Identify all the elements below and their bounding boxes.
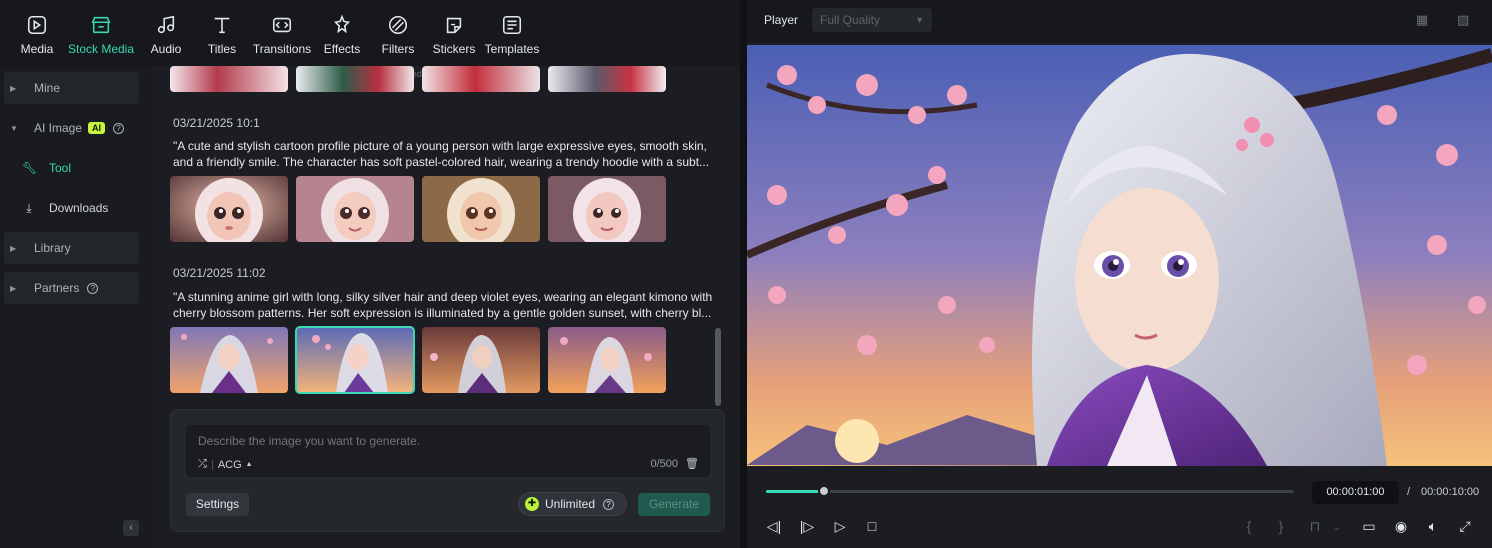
previous-frame-icon[interactable]: ◁| [764, 518, 784, 535]
generated-image-thumbnail[interactable] [296, 66, 414, 92]
sidebar-item-partners[interactable]: ▶ Partners ? [4, 272, 139, 304]
record-prompt: "A cute and stylish cartoon profile pict… [173, 139, 710, 169]
sidebar-item-ai-image[interactable]: ▼ AI Image AI ? [4, 112, 139, 144]
generated-image-thumbnail-selected[interactable] [295, 326, 415, 394]
tab-stock-media[interactable]: Stock Media [66, 14, 136, 56]
download-icon: ⤓ [26, 200, 32, 215]
chevron-down-icon: ▼ [915, 15, 924, 25]
help-icon[interactable]: ? [113, 122, 125, 134]
stock-media-icon [89, 14, 113, 36]
style-selector[interactable]: ⤮ ACG ▲ [198, 458, 253, 471]
tab-media[interactable]: Media [2, 14, 72, 56]
total-time: 00:00:10:00 [1421, 486, 1480, 498]
chevron-down-icon[interactable]: ⌄ [1327, 522, 1347, 533]
snapshot-camera-icon[interactable]: ◉ [1391, 518, 1411, 535]
caret-right-icon: ▶ [10, 243, 17, 253]
wrench-icon: 🔧︎ [22, 161, 38, 175]
generated-image-thumbnail[interactable] [170, 176, 288, 242]
image-icon[interactable]: ▨ [1457, 12, 1477, 28]
results-scrollbar[interactable] [715, 328, 721, 406]
filters-icon [386, 14, 410, 36]
grid-view-icon[interactable]: ▦ [1416, 12, 1436, 28]
collapse-sidebar-button[interactable]: ‹ [123, 520, 139, 536]
media-toolbar: Media Stock Media Audio Titles Transitio… [0, 0, 740, 66]
sticker-icon [442, 14, 466, 36]
generated-image-thumbnail[interactable] [548, 176, 666, 242]
generated-image-thumbnail[interactable] [422, 66, 540, 92]
play-icon[interactable]: ▷ [830, 518, 850, 535]
preview-image [747, 45, 1492, 466]
character-count: 0/500 [650, 458, 678, 470]
plus-icon: ✚ [525, 497, 539, 511]
media-icon [25, 14, 49, 36]
stop-icon[interactable]: □ [862, 518, 882, 534]
generated-image-thumbnail[interactable] [170, 327, 288, 393]
media-panel: Media Stock Media Audio Titles Transitio… [0, 0, 740, 548]
next-frame-icon[interactable]: |▷ [797, 518, 817, 535]
tab-templates[interactable]: Templates [477, 14, 547, 56]
caret-down-icon: ▼ [10, 123, 18, 133]
player-title: Player [764, 13, 799, 27]
templates-icon [500, 14, 524, 36]
sidebar-item-library[interactable]: ▶ Library [4, 232, 139, 264]
player-panel: Player Full Quality ▼ ▦ ▨ 00:00:01:00 / … [747, 0, 1492, 548]
record-date: 03/21/2025 11:02 [173, 266, 266, 280]
music-note-icon [154, 14, 178, 36]
generated-image-thumbnail[interactable] [548, 327, 666, 393]
prompt-composer: ⤮ ACG ▲ 0/500 🗑︎ Settings ✚ Unlimited ? … [170, 409, 725, 532]
mark-in-icon[interactable]: { [1239, 518, 1259, 534]
mark-out-icon[interactable]: } [1271, 518, 1291, 534]
player-header: Player Full Quality ▼ ▦ ▨ [747, 0, 1492, 42]
style-value: ACG [217, 458, 242, 471]
insert-dropdown-icon[interactable]: ⊓ [1305, 518, 1325, 535]
sidebar-item-downloads[interactable]: ⤓ Downloads [22, 196, 108, 220]
time-separator: / [1407, 486, 1411, 498]
sidebar-item-mine[interactable]: ▶ Mine [4, 72, 139, 104]
quality-dropdown[interactable]: Full Quality ▼ [812, 8, 932, 32]
generated-image-thumbnail[interactable] [422, 327, 540, 393]
ai-badge: AI [88, 122, 106, 134]
generate-button[interactable]: Generate [638, 493, 710, 516]
generated-image-thumbnail[interactable] [422, 176, 540, 242]
caret-right-icon: ▶ [10, 283, 17, 293]
sidebar-item-tool[interactable]: 🔧︎ Tool [22, 156, 71, 180]
generated-image-thumbnail[interactable] [548, 66, 666, 92]
help-icon[interactable]: ? [603, 498, 615, 510]
shuffle-icon[interactable]: ⤮ [198, 458, 207, 471]
unlimited-credits-button[interactable]: ✚ Unlimited ? [518, 492, 627, 516]
generated-image-thumbnail[interactable] [170, 66, 288, 92]
preview-canvas[interactable] [747, 45, 1492, 466]
record-date: 03/21/2025 10:1 [173, 116, 260, 130]
trash-icon[interactable]: 🗑︎ [685, 457, 699, 470]
stock-media-sidebar: ▶ Mine ▼ AI Image AI ? 🔧︎ Tool ⤓ Downloa… [0, 66, 154, 548]
settings-button[interactable]: Settings [186, 493, 249, 516]
playback-timeline[interactable] [766, 485, 1294, 497]
help-icon[interactable]: ? [87, 282, 99, 294]
timeline-progress [766, 490, 825, 493]
record-prompt: "A stunning anime girl with long, silky … [173, 290, 713, 320]
title-t-icon [210, 14, 234, 36]
volume-icon[interactable]: 🔈︎ [1423, 518, 1443, 535]
current-time: 00:00:01:00 [1312, 481, 1399, 504]
prompt-box: ⤮ ACG ▲ 0/500 🗑︎ [186, 425, 710, 477]
caret-right-icon: ▶ [10, 83, 17, 93]
generated-image-thumbnail[interactable] [296, 176, 414, 242]
ai-image-results: You can browse the generated records for… [154, 66, 738, 548]
prompt-input[interactable] [198, 434, 698, 448]
display-icon[interactable]: ▭ [1359, 518, 1379, 535]
fullscreen-icon[interactable]: ⤢ [1455, 518, 1475, 535]
caret-up-icon: ▲ [245, 461, 253, 468]
effects-sparkle-icon [330, 14, 354, 36]
playhead-handle[interactable] [818, 485, 831, 497]
transitions-icon [270, 14, 294, 36]
